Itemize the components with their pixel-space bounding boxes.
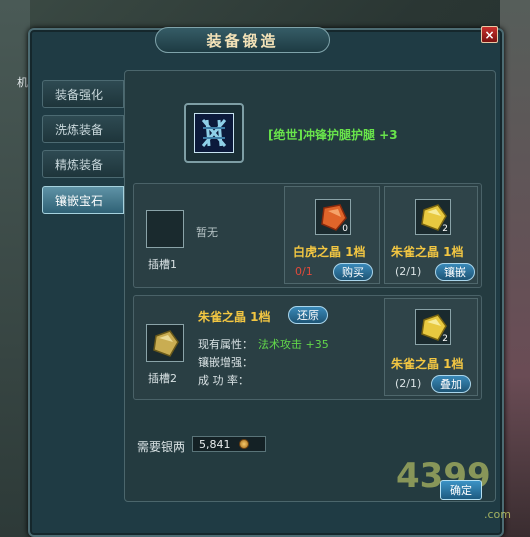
slot1-empty-box[interactable] <box>146 210 184 248</box>
tab-label: 洗炼装备 <box>55 122 104 137</box>
gem-count: 2 <box>442 334 448 344</box>
slot2-section: 插槽2 朱雀之晶 1档 还原 现有属性： 法术攻击 +35 镶嵌增强： 成 功 … <box>133 295 482 400</box>
gem-name: 白虎之晶 1档 <box>293 245 366 259</box>
gem-card-vermilion-bird: 2 朱雀之晶 1档 (2/1) 叠加 <box>384 298 478 396</box>
tab-label: 镶嵌宝石 <box>55 193 104 208</box>
tab-refine-equipment[interactable]: 精炼装备 <box>42 150 124 178</box>
vermilion-bird-gem-slot[interactable]: 2 <box>415 199 451 235</box>
gem-owned: (2/1) <box>395 377 422 390</box>
gem-owned: 0/1 <box>295 265 313 278</box>
enhance-label: 镶嵌增强： <box>198 356 253 369</box>
attr-label: 现有属性： <box>198 338 253 351</box>
scene-right-edge <box>500 0 530 537</box>
gem-card-white-tiger: 0 白虎之晶 1档 0/1 购买 <box>284 186 380 284</box>
buy-button[interactable]: 购买 <box>333 263 373 281</box>
attr-value: 法术攻击 +35 <box>258 338 329 351</box>
gem-count: 0 <box>342 224 348 234</box>
window-titlebar: 装备锻造 <box>155 27 330 53</box>
slot1-empty-text: 暂无 <box>196 226 218 239</box>
success-rate-label: 成 功 率： <box>198 374 249 387</box>
inlay-button[interactable]: 镶嵌 <box>435 263 475 281</box>
slot1-section: 暂无 插槽1 0 白虎之晶 1档 0/1 购买 2 朱雀之晶 1档 (2/1) … <box>133 183 482 288</box>
gem-owned: (2/1) <box>395 265 422 278</box>
gem-name: 朱雀之晶 1档 <box>391 357 464 371</box>
tab-wash-equipment[interactable]: 洗炼装备 <box>42 115 124 143</box>
close-icon: × <box>484 27 495 42</box>
cost-label: 需要银两 <box>137 440 186 454</box>
background-text: 机 <box>17 76 28 89</box>
white-tiger-gem-slot[interactable]: 0 <box>315 199 351 235</box>
restore-button[interactable]: 还原 <box>288 306 328 324</box>
vermilion-bird-gem-slot[interactable]: 2 <box>415 309 451 345</box>
coin-icon <box>238 439 249 449</box>
close-button[interactable]: × <box>481 26 498 43</box>
slot1-label: 插槽1 <box>148 258 177 271</box>
stack-button[interactable]: 叠加 <box>431 375 471 393</box>
tab-enhance-equipment[interactable]: 装备强化 <box>42 80 124 108</box>
gem-card-vermilion-bird: 2 朱雀之晶 1档 (2/1) 镶嵌 <box>384 186 478 284</box>
watermark-suffix: .com <box>484 508 511 521</box>
yellow-gem-icon <box>153 330 179 357</box>
equipment-slot[interactable] <box>184 103 244 163</box>
gem-name: 朱雀之晶 1档 <box>391 245 464 259</box>
tab-inlay-gem[interactable]: 镶嵌宝石 <box>42 186 124 214</box>
tab-label: 精炼装备 <box>55 157 104 172</box>
gem-count: 2 <box>442 224 448 234</box>
window-title: 装备锻造 <box>206 31 279 50</box>
slot2-gem-box[interactable] <box>146 324 184 362</box>
silver-cost-box: 5,841 <box>192 436 266 452</box>
confirm-button[interactable]: 确定 <box>440 480 482 500</box>
leg-armor-icon <box>194 113 234 153</box>
item-name: [绝世]冲锋护腿护腿 +3 <box>268 128 398 142</box>
silver-cost-value: 5,841 <box>199 437 231 451</box>
slot2-gem-name: 朱雀之晶 1档 <box>198 310 271 324</box>
tab-label: 装备强化 <box>55 87 104 102</box>
slot2-label: 插槽2 <box>148 372 177 385</box>
